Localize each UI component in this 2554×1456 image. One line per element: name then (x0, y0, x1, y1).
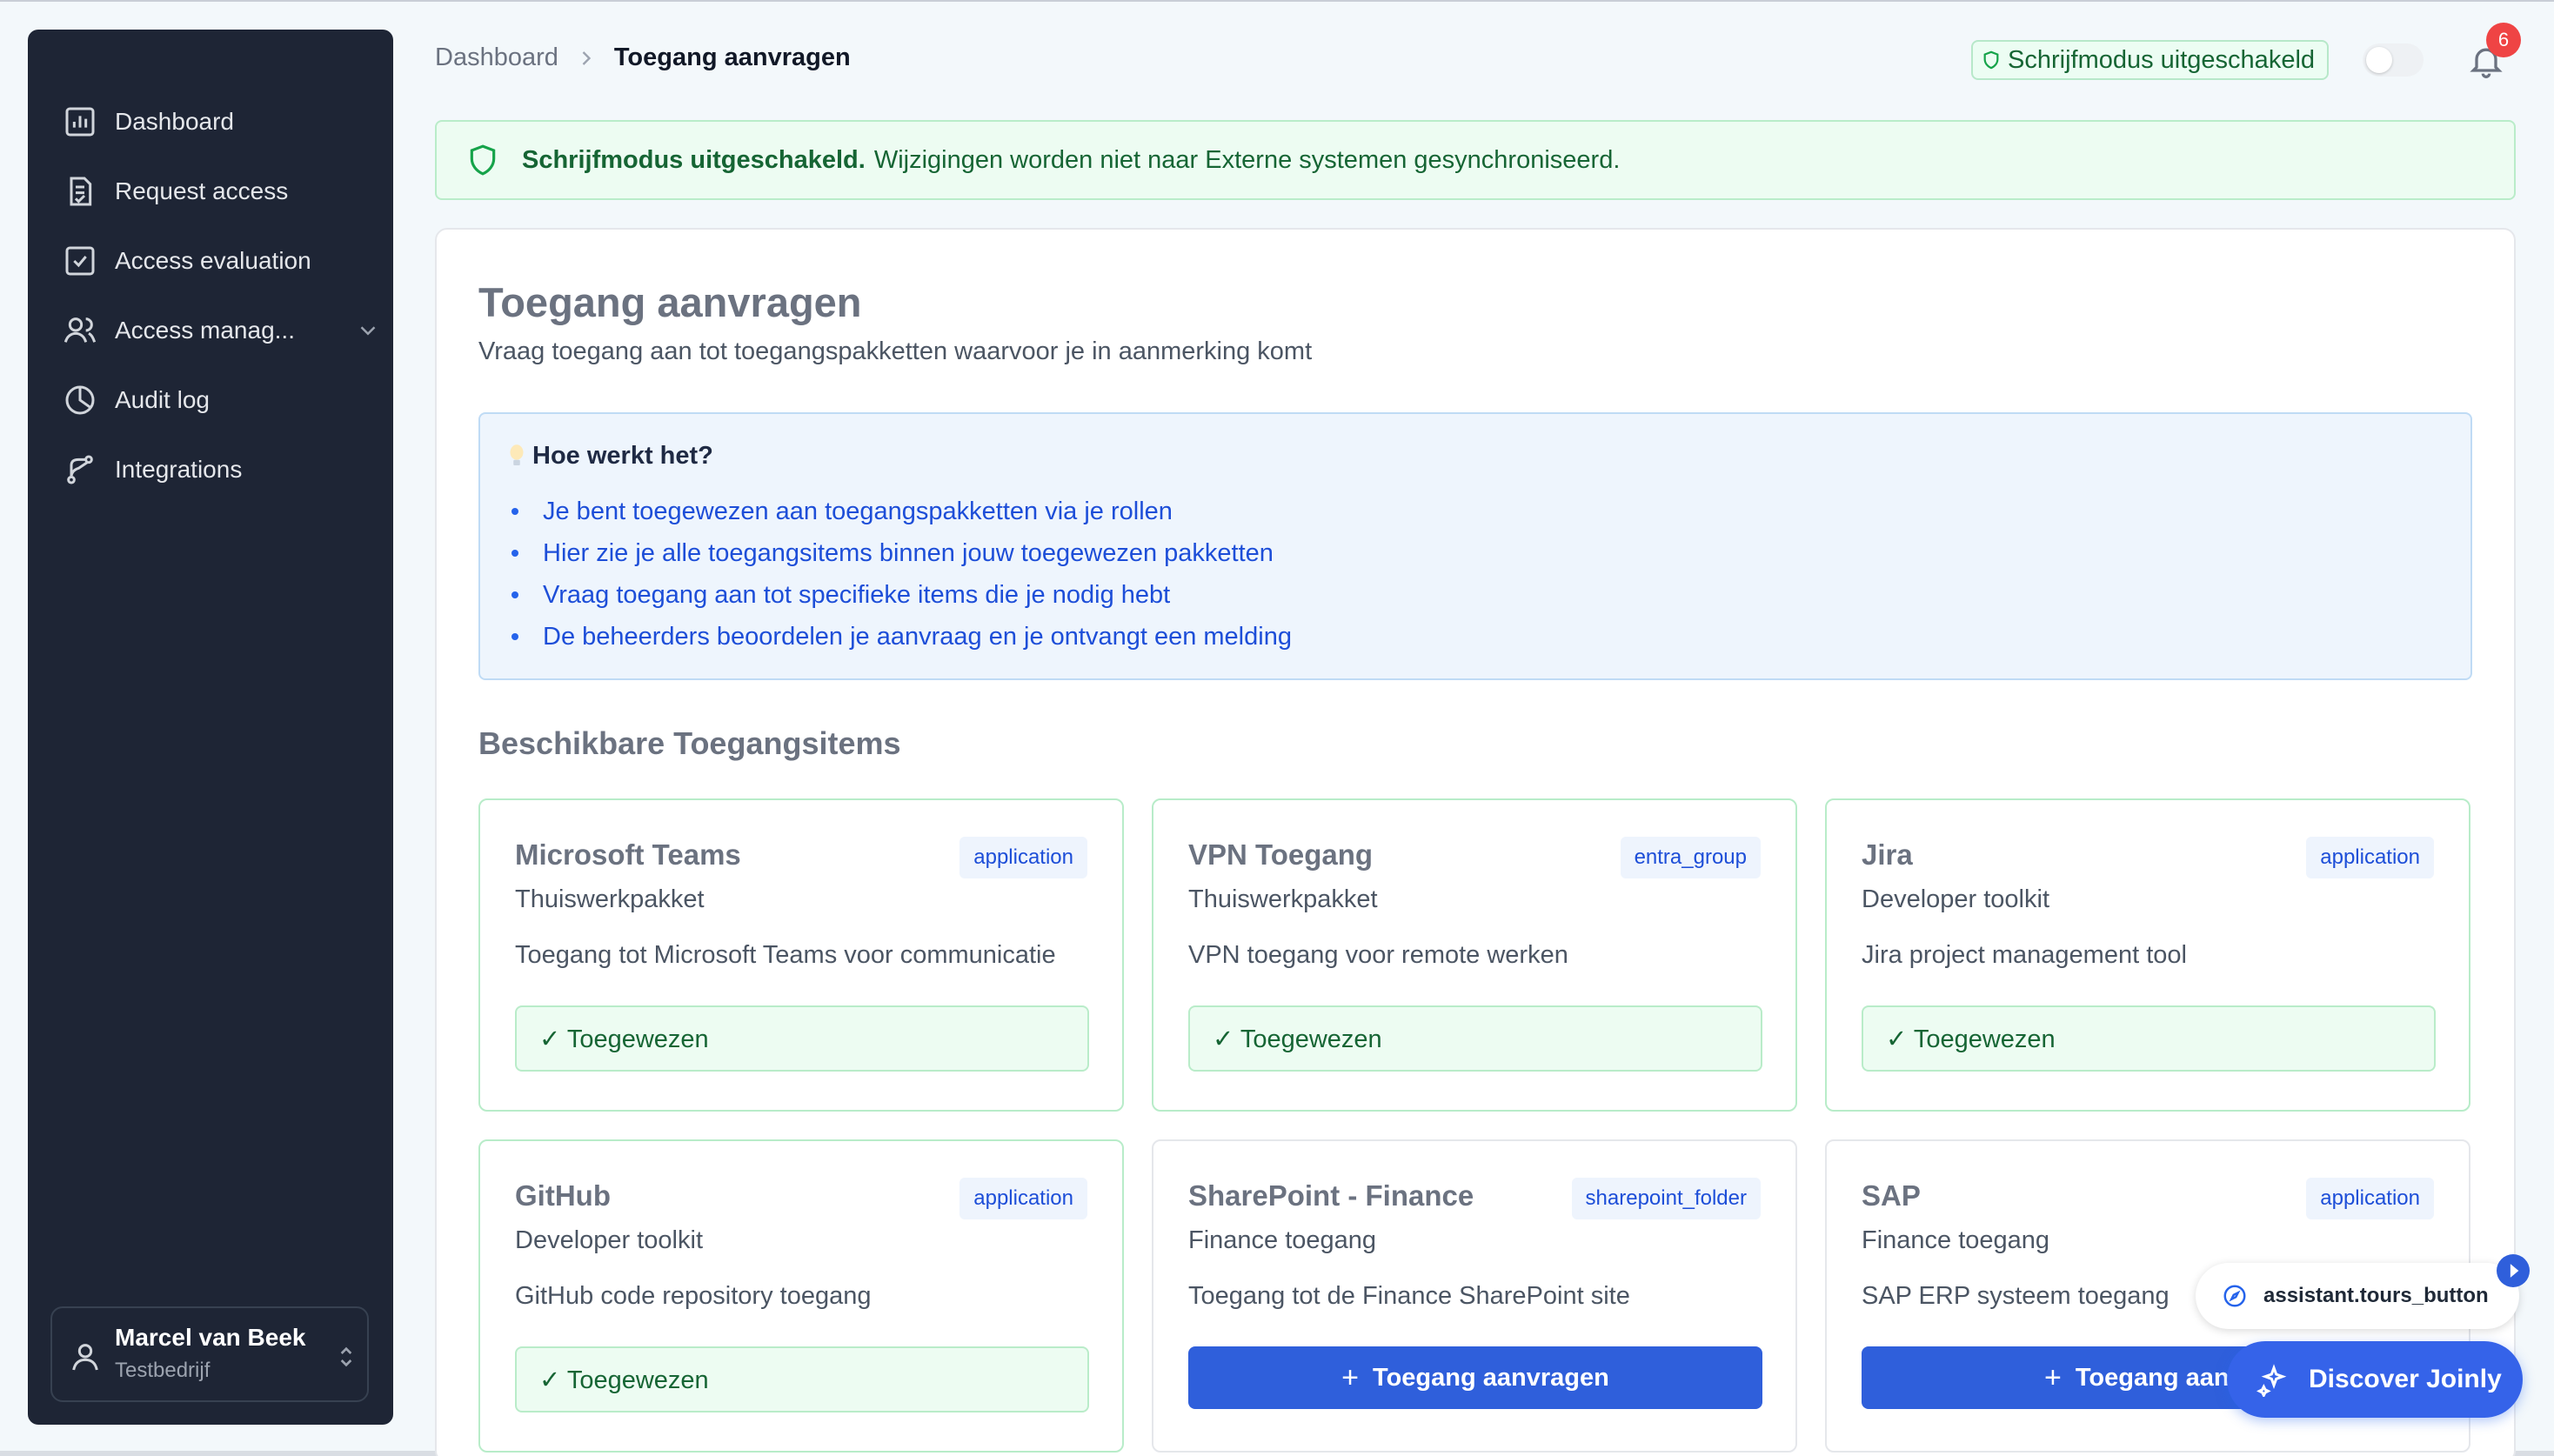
alert-title: Schrijfmodus uitgeschakeld. (522, 145, 866, 174)
item-description: VPN toegang voor remote werken (1188, 941, 1568, 969)
sidebar-item-integrations[interactable]: Integrations (63, 444, 242, 496)
main-content: Toegang aanvragen Vraag toegang aan tot … (435, 228, 2516, 1456)
item-type-badge: entra_group (1620, 837, 1761, 878)
compass-icon (2223, 1285, 2246, 1307)
list-item: Je bent toegewezen aan toegangspakketten… (508, 491, 1292, 532)
item-package: Finance toegang (1862, 1226, 2050, 1254)
sidebar-item-label: Dashboard (115, 108, 234, 135)
item-type-badge: application (2306, 1178, 2434, 1219)
pie-chart-icon (65, 385, 95, 415)
play-icon[interactable] (2497, 1254, 2530, 1287)
item-type-badge: application (2306, 837, 2434, 878)
access-item-card: VPN Toegang entra_group Thuiswerkpakket … (1152, 798, 1797, 1112)
item-description: Jira project management tool (1862, 941, 2187, 969)
write-mode-alert: Schrijfmodus uitgeschakeld. Wijzigingen … (435, 120, 2516, 200)
access-item-card: GitHub application Developer toolkit Git… (478, 1139, 1124, 1453)
chevron-right-icon (582, 50, 592, 65)
page-subtitle: Vraag toegang aan tot toegangspakketten … (478, 337, 1313, 365)
sidebar-item-request-access[interactable]: Request access (63, 165, 288, 217)
request-access-label: Toegang aanvragen (1373, 1363, 1609, 1392)
access-item-card: SharePoint - Finance sharepoint_folder F… (1152, 1139, 1797, 1453)
sidebar-item-access-management[interactable]: Access manag... (63, 304, 376, 357)
write-mode-label: Schrijfmodus uitgeschakeld (2008, 45, 2316, 74)
info-heading: Hoe werkt het? (508, 442, 713, 471)
item-package: Finance toegang (1188, 1226, 1377, 1254)
lightbulb-icon (510, 444, 524, 465)
item-description: SAP ERP systeem toegang (1862, 1282, 2170, 1310)
sidebar-item-access-evaluation[interactable]: Access evaluation (63, 235, 311, 287)
item-package: Developer toolkit (1862, 885, 2049, 913)
sidebar-item-label: Access manag... (115, 317, 295, 344)
breadcrumb-dashboard-link[interactable]: Dashboard (435, 43, 558, 72)
item-name: Microsoft Teams (515, 838, 741, 871)
item-name: Jira (1862, 838, 1913, 871)
sidebar-item-label: Integrations (115, 456, 243, 483)
tours-button-label: assistant.tours_button (2263, 1284, 2489, 1307)
breadcrumb-current: Toegang aanvragen (613, 43, 851, 71)
bar-chart-icon (65, 107, 95, 137)
assigned-status: ✓ Toegewezen (1188, 1005, 1762, 1072)
item-type-badge: application (959, 1178, 1087, 1219)
shield-icon (470, 144, 496, 176)
page-title: Toegang aanvragen (478, 279, 862, 325)
item-description: Toegang tot Microsoft Teams voor communi… (515, 941, 1056, 969)
item-description: GitHub code repository toegang (515, 1282, 872, 1310)
item-name: SharePoint - Finance (1188, 1179, 1474, 1212)
breadcrumb: Dashboard Toegang aanvragen (435, 43, 851, 72)
document-check-icon (70, 177, 92, 206)
user-icon (72, 1344, 98, 1371)
discover-label: Discover Joinly (2309, 1365, 2502, 1393)
item-name: GitHub (515, 1179, 611, 1212)
shield-icon (1983, 50, 1999, 70)
sidebar: Dashboard Request access Access evaluati… (28, 30, 393, 1425)
checkbox-icon (65, 246, 95, 276)
item-package: Thuiswerkpakket (1188, 885, 1378, 913)
info-list: Je bent toegewezen aan toegangspakketten… (508, 491, 1292, 658)
section-title: Beschikbare Toegangsitems (478, 725, 901, 761)
sidebar-item-audit-log[interactable]: Audit log (63, 374, 210, 426)
item-description: Toegang tot de Finance SharePoint site (1188, 1282, 1630, 1310)
list-item: Vraag toegang aan tot specifieke items d… (508, 574, 1292, 616)
item-package: Thuiswerkpakket (515, 885, 705, 913)
assistant-tours-button[interactable]: assistant.tours_button (2196, 1263, 2519, 1329)
request-access-button[interactable]: + Toegang aanvragen (1188, 1346, 1762, 1409)
chevron-down-icon[interactable] (355, 317, 381, 344)
notification-count-badge: 6 (2486, 23, 2521, 57)
alert-text: Wijzigingen worden niet naar Externe sys… (873, 145, 1621, 174)
sidebar-item-label: Access evaluation (115, 247, 311, 274)
git-branch-icon (67, 455, 93, 484)
info-heading-text: Hoe werkt het? (532, 442, 713, 470)
chevron-up-down-icon (340, 1346, 352, 1367)
sparkles-icon (2256, 1364, 2287, 1397)
users-icon (64, 317, 97, 343)
assigned-status: ✓ Toegewezen (515, 1346, 1089, 1413)
item-type-badge: sharepoint_folder (1571, 1178, 1761, 1219)
sidebar-item-label: Request access (115, 177, 289, 204)
list-item: De beheerders beoordelen je aanvraag en … (508, 616, 1292, 658)
list-item: Hier zie je alle toegangsitems binnen jo… (508, 532, 1292, 574)
user-menu[interactable]: Marcel van Beek Testbedrijf (50, 1306, 369, 1402)
item-name: SAP (1862, 1179, 1921, 1212)
item-type-badge: application (959, 837, 1087, 878)
user-company: Testbedrijf (115, 1359, 211, 1382)
write-mode-badge: Schrijfmodus uitgeschakeld (1971, 40, 2330, 80)
access-item-card: Microsoft Teams application Thuiswerkpak… (478, 798, 1124, 1112)
toggle-knob (2366, 47, 2392, 73)
discover-joinly-button[interactable]: Discover Joinly (2227, 1341, 2523, 1418)
access-item-card: Jira application Developer toolkit Jira … (1825, 798, 2470, 1112)
sidebar-item-dashboard[interactable]: Dashboard (63, 96, 234, 148)
assigned-status: ✓ Toegewezen (515, 1005, 1089, 1072)
assigned-status: ✓ Toegewezen (1862, 1005, 2436, 1072)
how-it-works-box: Hoe werkt het? Je bent toegewezen aan to… (478, 412, 2472, 680)
user-name: Marcel van Beek (115, 1324, 306, 1351)
item-package: Developer toolkit (515, 1226, 703, 1254)
item-name: VPN Toegang (1188, 838, 1374, 871)
plus-icon: + (1341, 1360, 1360, 1394)
sidebar-item-label: Audit log (115, 386, 210, 413)
plus-icon: + (2044, 1360, 2062, 1394)
write-mode-toggle[interactable] (2363, 43, 2424, 77)
